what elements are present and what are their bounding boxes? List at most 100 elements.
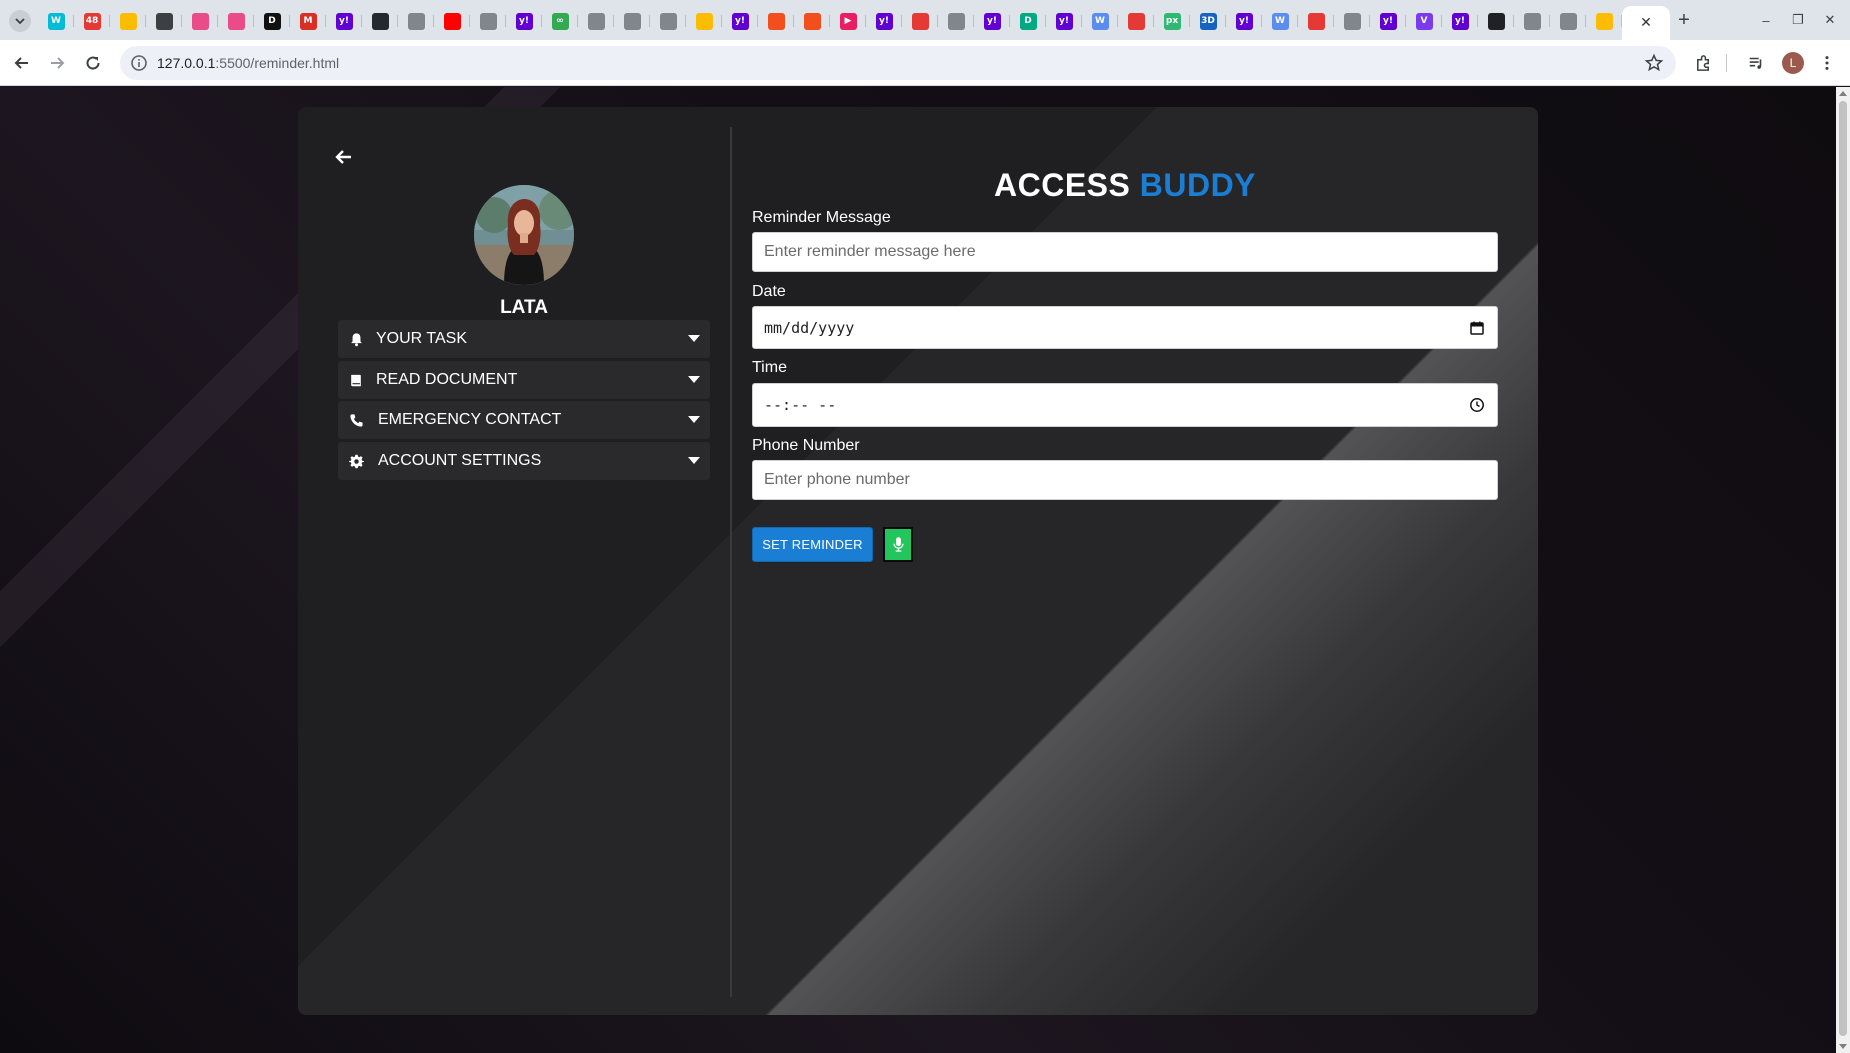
time-label: Time: [752, 359, 787, 376]
browser-tab[interactable]: [218, 6, 254, 36]
browser-tab[interactable]: [686, 6, 722, 36]
figma-favicon: [803, 12, 821, 30]
browser-tab[interactable]: [1514, 6, 1550, 36]
chatgpt-favicon: [155, 12, 173, 30]
browser-tab[interactable]: y!: [866, 6, 902, 36]
tab-list: W 48 D My! y! ∞ y! ▶ y! y! Dy! Wpx 3D y! Wy! Vy! ✕: [38, 6, 1670, 40]
youtube-favicon: [443, 12, 461, 30]
browser-tab[interactable]: [578, 6, 614, 36]
browser-tab[interactable]: y!: [1046, 6, 1082, 36]
reload-button[interactable]: [81, 51, 105, 75]
yahoo-favicon: y!: [731, 12, 749, 30]
panel-divider: [730, 127, 732, 997]
browser-tab[interactable]: [434, 6, 470, 36]
yahoo-favicon: y!: [1235, 12, 1253, 30]
browser-tab[interactable]: 3D: [1190, 6, 1226, 36]
browser-tab[interactable]: [650, 6, 686, 36]
browser-tab[interactable]: [1586, 6, 1622, 36]
scroll-up-arrow[interactable]: [1839, 91, 1847, 96]
menu-emergency-contact[interactable]: EMERGENCY CONTACT: [338, 401, 710, 439]
red-favicon: [1127, 12, 1145, 30]
browser-tab[interactable]: [1298, 6, 1334, 36]
browser-tab[interactable]: y!: [1370, 6, 1406, 36]
restore-button[interactable]: ❐: [1784, 10, 1812, 30]
address-bar[interactable]: 127.0.0.1:5500/reminder.html: [120, 46, 1676, 80]
media-button[interactable]: [1745, 52, 1767, 74]
close-window-button[interactable]: ✕: [1816, 10, 1844, 30]
browser-tab[interactable]: y!: [506, 6, 542, 36]
star-icon[interactable]: [1644, 53, 1664, 73]
clock-icon[interactable]: [1469, 397, 1485, 413]
menu-label: READ DOCUMENT: [376, 371, 518, 388]
time-input[interactable]: --:-- --: [752, 383, 1498, 427]
extensions-button[interactable]: [1692, 52, 1714, 74]
browser-tab[interactable]: [182, 6, 218, 36]
browser-tab[interactable]: [146, 6, 182, 36]
set-reminder-button[interactable]: SET REMINDER: [752, 527, 873, 562]
arrow-left-icon[interactable]: [334, 147, 354, 167]
browser-tab[interactable]: [794, 6, 830, 36]
url-path: :5500/reminder.html: [215, 55, 340, 71]
mail-favicon: 48: [83, 12, 101, 30]
browser-tab[interactable]: y!: [1442, 6, 1478, 36]
forward-button[interactable]: [45, 51, 69, 75]
github-favicon: [371, 12, 389, 30]
browser-tab[interactable]: 48: [74, 6, 110, 36]
browser-tab[interactable]: W: [38, 6, 74, 36]
browser-tab[interactable]: [1334, 6, 1370, 36]
browser-tab[interactable]: [110, 6, 146, 36]
back-button[interactable]: [10, 51, 34, 75]
browser-tab[interactable]: y!: [326, 6, 362, 36]
browser-tab[interactable]: px: [1154, 6, 1190, 36]
date-input[interactable]: mm/dd/yyyy: [752, 306, 1498, 349]
browser-tab[interactable]: V: [1406, 6, 1442, 36]
browser-tab[interactable]: y!: [974, 6, 1010, 36]
browser-tab[interactable]: D: [254, 6, 290, 36]
date-value: mm/dd/yyyy: [764, 318, 855, 337]
scroll-down-arrow[interactable]: [1839, 1044, 1847, 1049]
voice-input-button[interactable]: [883, 527, 913, 562]
browser-tab[interactable]: [614, 6, 650, 36]
minimize-button[interactable]: –: [1752, 10, 1780, 30]
browser-tab[interactable]: [1118, 6, 1154, 36]
3d-favicon: 3D: [1199, 12, 1217, 30]
profile-avatar[interactable]: L: [1782, 52, 1804, 74]
phone-number-input[interactable]: Enter phone number: [752, 460, 1498, 500]
browser-tab[interactable]: ▶: [830, 6, 866, 36]
browser-tab[interactable]: W: [1262, 6, 1298, 36]
browser-tab[interactable]: D: [1010, 6, 1046, 36]
close-icon[interactable]: ✕: [1638, 15, 1655, 32]
browser-tab[interactable]: W: [1082, 6, 1118, 36]
browser-tab[interactable]: [758, 6, 794, 36]
browser-tab[interactable]: [398, 6, 434, 36]
menu-your-task[interactable]: YOUR TASK: [338, 320, 710, 358]
play-favicon: ▶: [839, 12, 857, 30]
calendar-icon[interactable]: [1469, 320, 1485, 336]
browser-menu-button[interactable]: [1816, 52, 1838, 74]
browser-tab[interactable]: [470, 6, 506, 36]
browser-tab[interactable]: [1550, 6, 1586, 36]
browser-tab[interactable]: [1478, 6, 1514, 36]
new-tab-button[interactable]: +: [1670, 8, 1698, 32]
browser-tab[interactable]: [902, 6, 938, 36]
tab-search-button[interactable]: [9, 10, 31, 32]
page-scrollbar[interactable]: [1836, 87, 1850, 1053]
info-icon[interactable]: [130, 54, 148, 72]
browser-tab[interactable]: M: [290, 6, 326, 36]
browser-tab[interactable]: [362, 6, 398, 36]
reminder-message-input[interactable]: Enter reminder message here: [752, 232, 1498, 272]
menu-read-document[interactable]: READ DOCUMENT: [338, 361, 710, 399]
menu-account-settings[interactable]: ACCOUNT SETTINGS: [338, 442, 710, 480]
browser-tab[interactable]: [938, 6, 974, 36]
title-buddy: BUDDY: [1139, 167, 1257, 203]
browser-tab[interactable]: y!: [722, 6, 758, 36]
browser-tab[interactable]: y!: [1226, 6, 1262, 36]
globe-favicon: [1559, 12, 1577, 30]
scroll-thumb[interactable]: [1839, 101, 1847, 1036]
globe-favicon: [407, 12, 425, 30]
yahoo-favicon: y!: [335, 12, 353, 30]
active-browser-tab[interactable]: ✕: [1622, 6, 1670, 40]
browser-tab[interactable]: ∞: [542, 6, 578, 36]
phone-label: Phone Number: [752, 437, 860, 454]
menu-label: YOUR TASK: [376, 330, 467, 347]
